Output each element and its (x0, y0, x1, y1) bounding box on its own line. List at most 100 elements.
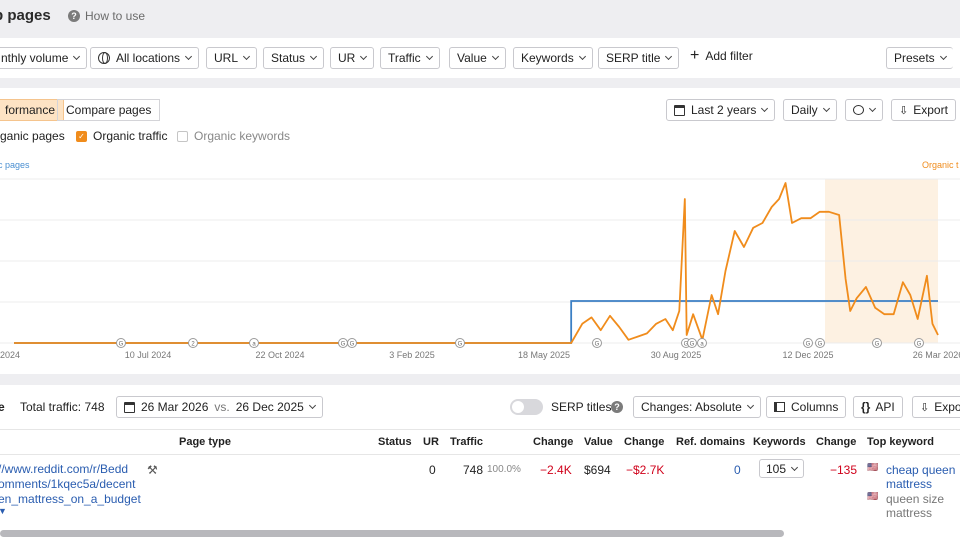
row-value-change: −$2.7K (626, 463, 665, 477)
scrollbar-thumb[interactable] (0, 530, 784, 537)
chevron-down-icon (308, 401, 316, 410)
volume-filter-button[interactable]: nthly volume (0, 47, 88, 69)
table-row: //www.reddit.com/r/Bedd omments/1kqec5a/… (0, 455, 960, 527)
col-top-keyword[interactable]: Top keyword (867, 436, 934, 448)
question-circle-icon: ? (611, 401, 623, 413)
url-filter-label: URL (214, 51, 239, 65)
row-url-line2[interactable]: omments/1kqec5a/decent (0, 477, 135, 491)
add-filter-label: Add filter (705, 49, 753, 63)
col-value[interactable]: Value (584, 436, 613, 448)
status-filter-button[interactable]: Status (263, 47, 325, 69)
col-ur[interactable]: UR (423, 436, 439, 448)
api-label: API (875, 400, 895, 414)
col-traffic[interactable]: Traffic (450, 436, 483, 448)
table-section-title: e (0, 400, 5, 414)
row-top-keyword-2b: mattress (886, 506, 933, 520)
annotation-marker-label: G (595, 342, 600, 348)
changes-mode-label: Changes: Absolute (641, 400, 742, 414)
table-toolbar: e Total traffic: 748 26 Mar 2026 vs. 26 … (0, 385, 960, 429)
total-traffic: Total traffic: 748 (20, 400, 105, 414)
performance-panel: formance Compare pages Last 2 years Dail… (0, 88, 960, 374)
value-filter-label: Value (457, 51, 487, 65)
volume-filter-label: nthly volume (1, 51, 69, 65)
row-top-keyword-2: queen size (886, 492, 945, 506)
chevron-down-icon (939, 52, 947, 61)
magic-wand-icon[interactable]: ⚒ (147, 463, 158, 477)
serp-title-filter-button[interactable]: SERP title (598, 47, 680, 69)
braces-icon: {} (861, 400, 871, 414)
us-flag-icon: 🇺🇸 (867, 491, 879, 501)
traffic-filter-button[interactable]: Traffic (380, 47, 440, 69)
col-ref-domains[interactable]: Ref. domains (676, 436, 745, 448)
chevron-down-icon (360, 52, 368, 61)
api-button[interactable]: {} API (853, 396, 903, 418)
how-to-use-label: How to use (85, 9, 146, 23)
annotation-marker-label: G (875, 342, 880, 348)
col-keywords[interactable]: Keywords (753, 436, 806, 448)
annotation-marker-label: G (458, 342, 463, 348)
columns-icon (774, 402, 785, 412)
col-value-change[interactable]: Change (624, 436, 664, 448)
annotation-marker-label: G (341, 342, 346, 348)
comparison-date-button[interactable]: 26 Mar 2026 vs. 26 Dec 2025 (116, 396, 323, 418)
col-page-type[interactable]: Page type (179, 436, 231, 448)
serp-titles-toggle[interactable] (510, 399, 543, 415)
date-vs: vs. (214, 400, 230, 414)
us-flag-icon: 🇺🇸 (867, 462, 879, 472)
horizontal-scrollbar[interactable] (0, 527, 960, 540)
x-tick-label: 26 Mar 2026 (913, 350, 960, 360)
globe-icon (98, 52, 110, 64)
date-from: 26 Mar 2026 (141, 400, 209, 414)
row-keywords: 105 (766, 461, 787, 476)
x-tick-label: 22 Oct 2024 (255, 350, 304, 360)
col-traffic-change[interactable]: Change (533, 436, 573, 448)
ur-filter-button[interactable]: UR (330, 47, 375, 69)
chevron-down-icon (184, 52, 193, 61)
calendar-icon (124, 401, 135, 413)
toggle-knob (512, 401, 524, 413)
table-export-button[interactable]: ⇩ Expo (912, 396, 960, 418)
annotation-marker-label: G (806, 342, 811, 348)
chevron-down-icon (790, 463, 799, 471)
annotation-marker-label: G (818, 342, 823, 348)
columns-button[interactable]: Columns (766, 396, 847, 418)
annotation-marker-label: G (690, 342, 695, 348)
row-url-line1[interactable]: //www.reddit.com/r/Bedd (0, 462, 128, 476)
keywords-filter-label: Keywords (521, 51, 574, 65)
changes-mode-button[interactable]: Changes: Absolute (633, 396, 761, 418)
chevron-down-icon (73, 52, 81, 61)
expand-caret-icon[interactable]: ▼ (0, 506, 7, 516)
presets-button[interactable]: Presets (886, 47, 953, 69)
title-bar: p pages ? How to use (0, 0, 960, 36)
keywords-filter-button[interactable]: Keywords (513, 47, 593, 69)
annotation-marker-label: G (119, 342, 124, 348)
col-status[interactable]: Status (378, 436, 412, 448)
chevron-down-icon (309, 52, 318, 61)
row-keywords-change: −135 (830, 463, 858, 477)
chevron-down-icon (491, 52, 499, 61)
columns-label: Columns (791, 400, 839, 414)
chevron-down-icon (665, 52, 673, 61)
locations-filter-label: All locations (116, 51, 181, 65)
x-tick-label: 18 May 2025 (518, 350, 570, 360)
col-keywords-change[interactable]: Change (816, 436, 856, 448)
row-top-keyword-1[interactable]: cheap queen (886, 463, 955, 477)
table-header: Page type Status UR Traffic Change Value… (0, 429, 960, 455)
annotation-marker-label: G (917, 342, 922, 348)
url-filter-button[interactable]: URL (206, 47, 258, 69)
row-ref-domains[interactable]: 0 (734, 463, 741, 477)
locations-filter-button[interactable]: All locations (90, 47, 200, 69)
value-filter-button[interactable]: Value (449, 47, 506, 69)
series-line-organic-traffic (14, 182, 939, 344)
filter-bar: nthly volume All locations URL Status UR… (0, 38, 960, 78)
x-tick-label: 30 Aug 2025 (651, 350, 702, 360)
presets-label: Presets (894, 51, 935, 65)
status-filter-label: Status (271, 51, 306, 65)
x-tick-label: 12 Dec 2025 (782, 350, 833, 360)
how-to-use-link[interactable]: ? How to use (68, 9, 145, 23)
row-keywords-dropdown[interactable]: 105 (759, 459, 805, 478)
row-url-line3[interactable]: en_mattress_on_a_budget (0, 492, 141, 506)
add-filter-button[interactable]: + Add filter (690, 48, 753, 64)
row-top-keyword-1b[interactable]: mattress (886, 477, 932, 491)
traffic-filter-label: Traffic (388, 51, 421, 65)
